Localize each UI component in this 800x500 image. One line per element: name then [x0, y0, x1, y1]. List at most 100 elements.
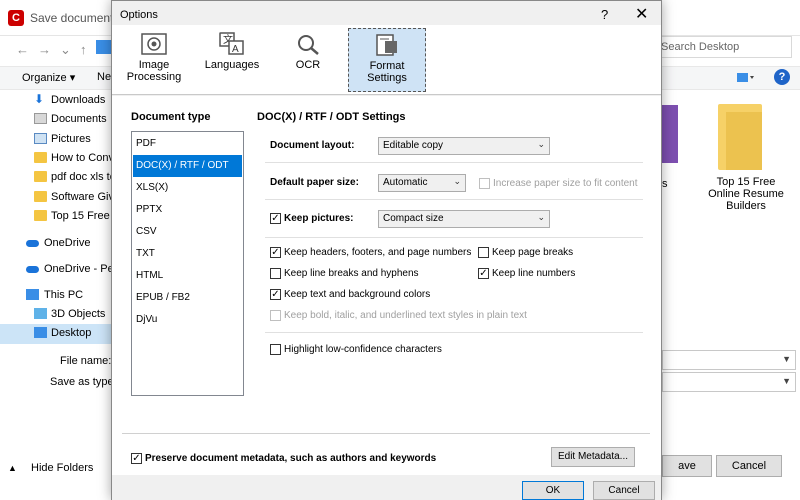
document-icon	[34, 113, 47, 124]
doc-type-djvu[interactable]: DjVu	[133, 309, 242, 331]
nav-item-software-give[interactable]: Software Give	[0, 188, 112, 208]
chevron-down-icon: ▼	[782, 354, 791, 364]
nav-item-desktop[interactable]: Desktop	[0, 324, 112, 344]
keep-headers-checkbox[interactable]: ✓	[270, 247, 281, 258]
save-as-type-select[interactable]: ▼	[662, 372, 796, 392]
up-arrow-icon[interactable]: ↑	[80, 42, 87, 57]
3d-objects-icon	[34, 308, 47, 319]
keep-text-colors-label: Keep text and background colors	[284, 289, 431, 300]
keep-page-breaks-checkbox[interactable]	[478, 247, 489, 258]
doc-type-pdf[interactable]: PDF	[133, 133, 242, 155]
nav-item-pictures[interactable]: Pictures	[0, 130, 112, 150]
cloud-icon	[26, 266, 39, 273]
format-settings-icon	[376, 34, 397, 56]
help-icon[interactable]: ?	[601, 7, 608, 22]
doc-type-epub[interactable]: EPUB / FB2	[133, 287, 242, 309]
tab-format-settings[interactable]: Format Settings	[348, 28, 426, 92]
nav-item-pdf-doc[interactable]: pdf doc xls te	[0, 168, 112, 188]
chevron-down-icon: ▼	[782, 376, 791, 386]
document-layout-label: Document layout:	[270, 140, 355, 151]
increase-paper-checkbox[interactable]	[479, 178, 490, 189]
file-name-input[interactable]: ▼	[662, 350, 796, 370]
keep-pictures-checkbox[interactable]: ✓	[270, 213, 281, 224]
hide-folders-button[interactable]: Hide Folders	[31, 462, 93, 474]
ok-button[interactable]: OK	[522, 481, 584, 500]
cloud-icon	[26, 240, 39, 247]
keep-pictures-select[interactable]: Compact size ⌄	[378, 210, 550, 228]
tab-languages[interactable]: 文 A Languages	[200, 28, 264, 92]
app-logo-icon: C	[8, 10, 24, 26]
preserve-metadata-checkbox[interactable]: ✓	[131, 453, 142, 464]
footer-divider	[122, 433, 650, 434]
highlight-low-confidence-label: Highlight low-confidence characters	[284, 344, 442, 355]
image-processing-icon	[141, 33, 167, 55]
document-type-label: Document type	[131, 111, 211, 123]
keep-text-colors-checkbox[interactable]: ✓	[270, 289, 281, 300]
search-desktop-input[interactable]: Search Desktop	[654, 36, 792, 58]
doc-type-pptx[interactable]: PPTX	[133, 199, 242, 221]
doc-type-xlsx[interactable]: XLS(X)	[133, 177, 242, 199]
keep-line-breaks-checkbox[interactable]	[270, 268, 281, 279]
doc-type-csv[interactable]: CSV	[133, 221, 242, 243]
keep-headers-label: Keep headers, footers, and page numbers	[284, 247, 472, 258]
chevron-down-icon: ⌄	[453, 176, 461, 186]
nav-item-3d-objects[interactable]: 3D Objects	[0, 305, 112, 325]
location-desktop-icon[interactable]	[96, 40, 112, 54]
recent-dropdown-icon[interactable]: ⌄	[60, 42, 71, 58]
close-icon[interactable]: ✕	[635, 4, 648, 24]
doc-type-txt[interactable]: TXT	[133, 243, 242, 265]
pictures-icon	[34, 133, 47, 144]
chevron-down-icon: ⌄	[537, 212, 545, 222]
nav-item-onedrive-personal[interactable]: OneDrive - Pers	[0, 260, 112, 280]
forward-arrow-icon[interactable]: →	[38, 42, 51, 57]
desktop-icon	[34, 327, 47, 338]
ocr-icon	[298, 35, 319, 55]
chevron-down-icon: ⌄	[537, 139, 545, 149]
view-options-icon[interactable]	[736, 71, 756, 85]
chevron-up-icon: ▲	[8, 463, 17, 473]
document-type-list[interactable]: PDF DOC(X) / RTF / ODT XLS(X) PPTX CSV T…	[131, 131, 244, 396]
download-icon: ⬇	[34, 92, 45, 106]
keep-bold-italic-checkbox[interactable]	[270, 310, 281, 321]
file-name-label: File name:	[60, 355, 112, 367]
divider	[265, 332, 643, 333]
preserve-metadata-label: Preserve document metadata, such as auth…	[145, 453, 437, 464]
help-icon[interactable]: ?	[774, 69, 790, 85]
doc-type-html[interactable]: HTML	[133, 265, 242, 287]
search-placeholder: Search Desktop	[661, 41, 740, 53]
document-layout-select[interactable]: Editable copy ⌄	[378, 137, 550, 155]
save-button[interactable]: ave	[662, 455, 712, 477]
nav-item-onedrive[interactable]: OneDrive	[0, 234, 112, 254]
save-as-type-label: Save as type:	[50, 376, 117, 388]
tab-ocr[interactable]: OCR	[278, 28, 338, 92]
nav-item-documents[interactable]: Documents	[0, 110, 112, 130]
paper-size-label: Default paper size:	[270, 177, 359, 188]
partial-file-icon[interactable]	[660, 105, 678, 163]
new-folder-button[interactable]: Ne	[97, 71, 111, 83]
nav-item-how-to-convert[interactable]: How to Convert	[0, 149, 112, 169]
doc-type-docx[interactable]: DOC(X) / RTF / ODT	[133, 155, 242, 177]
highlight-low-confidence-checkbox[interactable]	[270, 344, 281, 355]
bg-cancel-button[interactable]: Cancel	[716, 455, 782, 477]
folder-front-icon	[726, 112, 762, 170]
nav-item-this-pc[interactable]: This PC	[0, 286, 112, 306]
svg-text:A: A	[232, 44, 239, 55]
nav-item-top15[interactable]: Top 15 Free On	[0, 207, 112, 227]
nav-item-downloads[interactable]: ⬇ Downloads	[0, 91, 112, 111]
languages-icon: 文 A	[219, 32, 244, 55]
organize-button[interactable]: Organize ▾	[22, 71, 75, 84]
folder-icon	[34, 191, 47, 202]
folder-icon	[34, 171, 47, 182]
paper-size-select[interactable]: Automatic ⌄	[378, 174, 466, 192]
divider	[265, 199, 643, 200]
edit-metadata-button[interactable]: Edit Metadata...	[551, 447, 635, 467]
computer-icon	[26, 289, 39, 300]
folder-label: Top 15 Free Online Resume Builders	[708, 176, 784, 212]
options-toolbar: Image Processing 文 A Languages OCR Forma…	[112, 25, 661, 95]
back-arrow-icon[interactable]: ←	[16, 42, 29, 57]
cancel-button[interactable]: Cancel	[593, 481, 655, 500]
tab-image-processing[interactable]: Image Processing	[122, 28, 186, 92]
keep-line-numbers-checkbox[interactable]: ✓	[478, 268, 489, 279]
keep-bold-italic-label: Keep bold, italic, and underlined text s…	[284, 310, 527, 321]
options-dialog: Options ? ✕ Image Processing 文 A Languag…	[111, 0, 662, 500]
